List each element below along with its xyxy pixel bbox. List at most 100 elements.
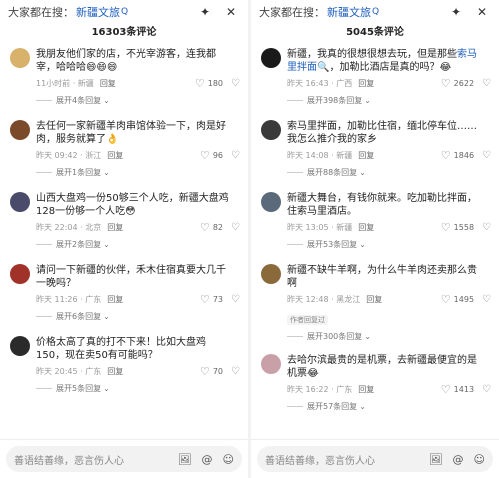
search-icon[interactable]: Q [372,7,379,17]
comment-item: 去任何一家新疆羊肉串馆体验一下，肉是好肉，服务就算了👌 昨天 09:42 · 浙… [0,120,248,178]
dislike-icon[interactable]: ♡ [231,294,240,305]
dislike-icon[interactable]: ♡ [482,384,491,395]
expand-replies[interactable]: 展开1条回复 ⌄ [36,167,240,178]
reply-button[interactable]: 回复 [358,384,374,395]
avatar[interactable] [10,336,30,356]
emoji-icon[interactable]: ☺ [474,453,485,466]
chevron-down-icon: ⌄ [103,168,110,177]
mention-icon[interactable]: @ [202,453,213,466]
image-icon[interactable]: 🖼 [429,453,443,466]
share-icon[interactable]: ✦ [447,5,465,19]
dislike-icon[interactable]: ♡ [231,222,240,233]
like-count: 1495 [453,294,475,304]
share-icon[interactable]: ✦ [196,5,214,19]
expand-replies[interactable]: 展开300条回复 ⌄ [287,331,491,342]
like-button[interactable]: ♡ 1846 [441,149,474,162]
comment-count-title: 16303条评论 [91,27,157,38]
comment-input[interactable]: 善语结善缘，恶言伤人心 🖼 @ ☺ [6,446,242,472]
expand-replies-label: 展开4条回复 [56,96,102,105]
comment-meta: 昨天 22:04 · 北京 回复 ♡ 82 ♡ [36,220,240,234]
comment-meta: 昨天 20:45 · 广东 回复 ♡ 70 ♡ [36,364,240,378]
search-suggestion-bar[interactable]: 大家都在搜： 新疆文旅 Q ✦ ✕ [0,0,248,24]
expand-replies[interactable]: 展开88条回复 ⌄ [287,167,491,178]
like-count: 96 [212,150,224,160]
reply-button[interactable]: 回复 [358,78,374,89]
avatar[interactable] [261,192,281,212]
close-icon[interactable]: ✕ [473,5,491,19]
like-button[interactable]: ♡ 180 [195,77,223,90]
chevron-down-icon: ⌄ [103,384,110,393]
comment-input-placeholder: 善语结善缘，恶言伤人心 [265,455,375,467]
comment-meta: 昨天 16:43 · 广西 回复 ♡ 2622 ♡ [287,76,491,90]
dislike-icon[interactable]: ♡ [482,222,491,233]
expand-replies[interactable]: 展开2条回复 ⌄ [36,239,240,250]
close-icon[interactable]: ✕ [222,5,240,19]
search-keyword[interactable]: 新疆文旅 [327,4,371,20]
reply-button[interactable]: 回复 [366,294,382,305]
expand-replies[interactable]: 展开53条回复 ⌄ [287,239,491,250]
expand-replies-label: 展开1条回复 [56,168,102,177]
heart-icon: ♡ [199,220,210,234]
like-button[interactable]: ♡ 73 [200,293,223,306]
expand-replies[interactable]: 展开57条回复 ⌄ [287,401,491,412]
like-button[interactable]: ♡ 70 [200,365,223,378]
image-icon[interactable]: 🖼 [178,453,192,466]
avatar[interactable] [261,120,281,140]
comment-text: 请问一下新疆的伙伴，禾木住宿真要大几千一晚吗？ [36,265,226,289]
like-button[interactable]: ♡ 1495 [441,293,474,306]
dislike-icon[interactable]: ♡ [482,78,491,89]
search-keyword[interactable]: 新疆文旅 [76,4,120,20]
comment-input-bar: 善语结善缘，恶言伤人心 🖼 @ ☺ [251,439,499,478]
reply-button[interactable]: 回复 [107,222,123,233]
expand-replies[interactable]: 展开6条回复 ⌄ [36,311,240,322]
comment-input-bar: 善语结善缘，恶言伤人心 🖼 @ ☺ [0,439,248,478]
avatar[interactable] [10,48,30,68]
comment-time: 昨天 16:22 · 广东 [287,384,353,394]
reply-button[interactable]: 回复 [107,366,123,377]
dislike-icon[interactable]: ♡ [482,294,491,305]
reply-button[interactable]: 回复 [107,294,123,305]
heart-icon: ♡ [440,220,451,234]
comment-text: 我朋友他们家的店，不光宰游客，连我都宰，哈哈哈😄😄😄 [36,49,216,73]
heart-icon: ♡ [199,292,210,306]
reply-button[interactable]: 回复 [358,222,374,233]
expand-replies[interactable]: 展开5条回复 ⌄ [36,383,240,394]
comment-time: 昨天 16:43 · 广西 [287,78,353,88]
avatar[interactable] [261,264,281,284]
dislike-icon[interactable]: ♡ [231,150,240,161]
avatar[interactable] [261,48,281,68]
comment-input[interactable]: 善语结善缘，恶言伤人心 🖼 @ ☺ [257,446,493,472]
like-button[interactable]: ♡ 2622 [441,77,474,90]
comment-text: 去哈尔滨最贵的是机票，去新疆最便宜的是机票😂 [287,355,477,379]
reply-button[interactable]: 回复 [358,150,374,161]
expand-replies-label: 展开2条回复 [56,240,102,249]
mention-icon[interactable]: @ [453,453,464,466]
heart-icon: ♡ [440,148,451,162]
expand-replies-label: 展开5条回复 [56,384,102,393]
avatar[interactable] [10,120,30,140]
expand-replies[interactable]: 展开398条回复 ⌄ [287,95,491,106]
search-suggestion-bar[interactable]: 大家都在搜： 新疆文旅 Q ✦ ✕ [251,0,499,24]
like-button[interactable]: ♡ 82 [200,221,223,234]
expand-replies-label: 展开6条回复 [56,312,102,321]
emoji-icon[interactable]: ☺ [223,453,234,466]
expand-replies[interactable]: 展开4条回复 ⌄ [36,95,240,106]
dislike-icon[interactable]: ♡ [231,78,240,89]
dislike-icon[interactable]: ♡ [482,150,491,161]
heart-icon: ♡ [194,76,205,90]
like-button[interactable]: ♡ 1558 [441,221,474,234]
like-button[interactable]: ♡ 96 [200,149,223,162]
avatar[interactable] [261,354,281,374]
avatar[interactable] [10,264,30,284]
chevron-down-icon: ⌄ [364,96,371,105]
reply-button[interactable]: 回复 [107,150,123,161]
like-button[interactable]: ♡ 1413 [441,383,474,396]
search-icon[interactable]: Q [121,7,128,17]
left-comments-panel: 大家都在搜： 新疆文旅 Q ✦ ✕ 16303条评论 我朋友他们家的店，不光宰游… [0,0,248,478]
heart-icon: ♡ [199,364,210,378]
avatar[interactable] [10,192,30,212]
comparison-screenshot: 大家都在搜： 新疆文旅 Q ✦ ✕ 16303条评论 我朋友他们家的店，不光宰游… [0,0,499,478]
reply-button[interactable]: 回复 [100,78,116,89]
comment-meta: 昨天 14:08 · 新疆 回复 ♡ 1846 ♡ [287,148,491,162]
dislike-icon[interactable]: ♡ [231,366,240,377]
